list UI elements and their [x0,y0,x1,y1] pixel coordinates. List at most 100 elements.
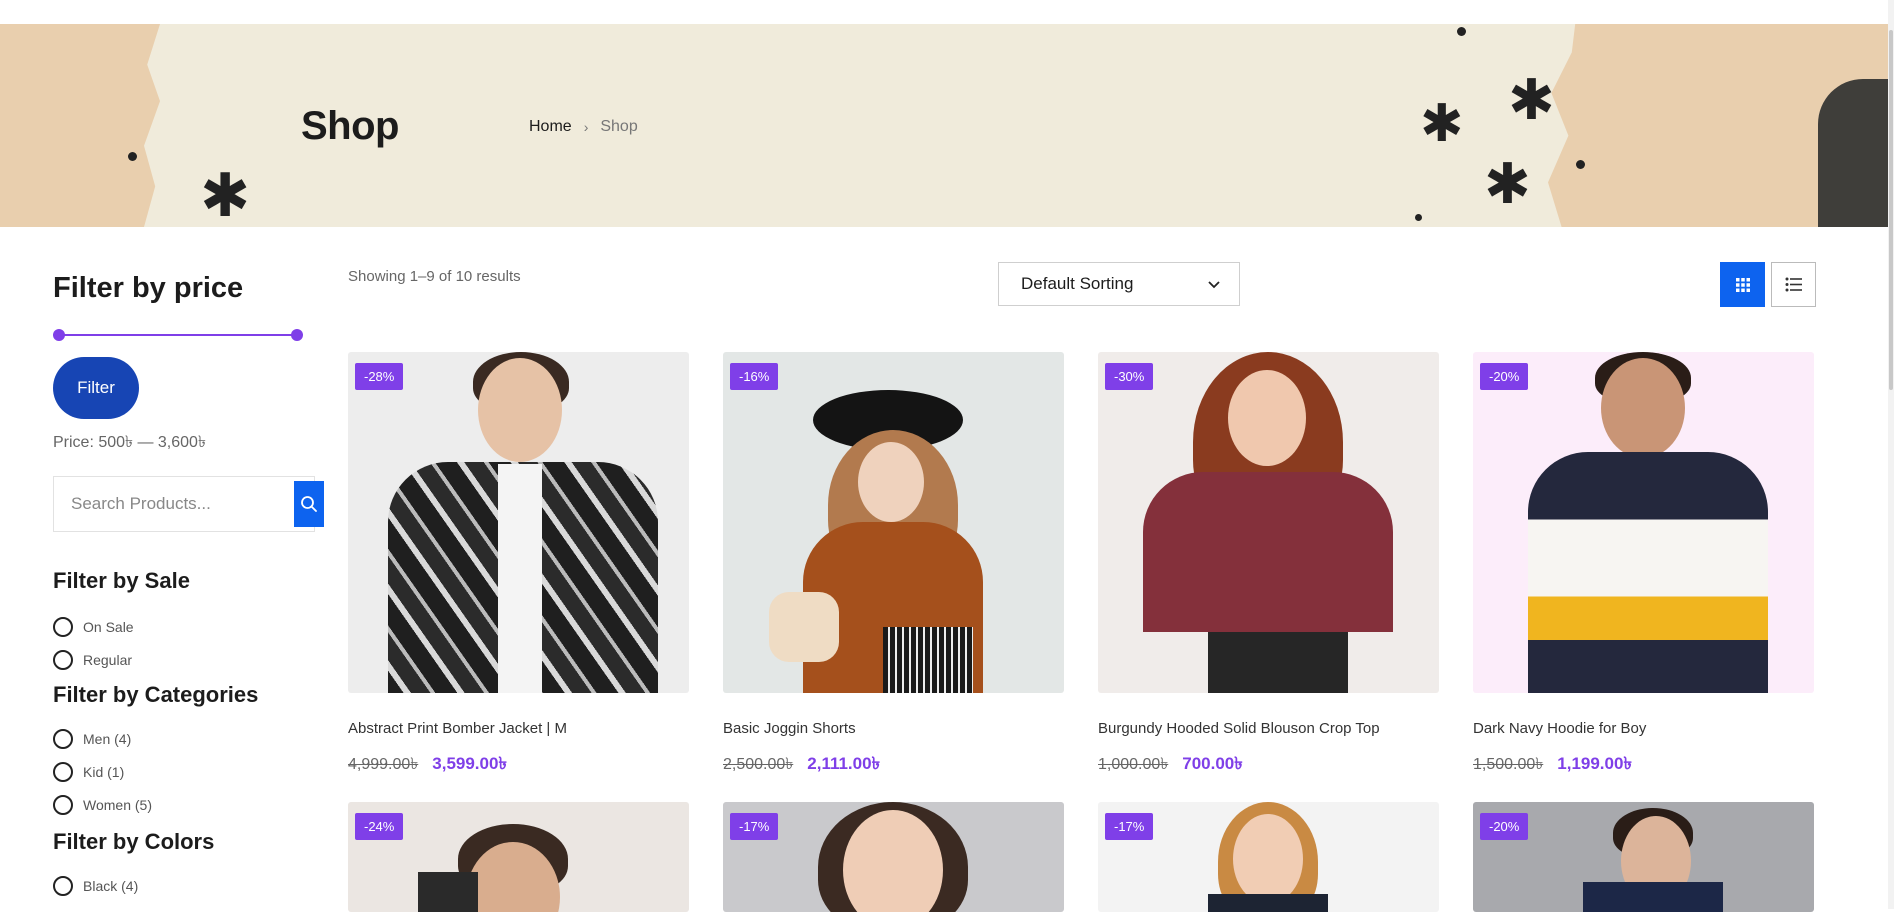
figure-face [1233,814,1303,904]
figure-face [478,358,562,462]
discount-badge: -20% [1480,363,1529,390]
breadcrumb-home-link[interactable]: Home [529,118,572,136]
sale-option-regular[interactable]: Regular [53,643,315,676]
figure-skirt [1208,632,1348,693]
dot-decoration [1576,160,1585,169]
product-card[interactable]: -16% Basic Joggin Shorts 2,500.00৳ 2,111… [723,352,1064,779]
product-image[interactable]: -30% [1098,352,1439,693]
sorting-select[interactable]: Default Sorting [998,262,1240,306]
figure-jacket [1208,894,1328,912]
product-card[interactable]: -20% Dark Navy Hoodie for Boy 1,500.00৳ … [1473,352,1814,779]
figure-hoodie [1528,452,1768,693]
chevron-down-icon [1208,280,1220,288]
product-price: 1,000.00৳ 700.00৳ [1098,751,1439,779]
radio-button[interactable] [53,649,73,670]
search-input[interactable] [54,477,294,531]
sale-price: 700.00৳ [1182,754,1243,773]
filter-by-colors-title: Filter by Colors [53,829,215,854]
figure-face [858,442,924,522]
product-card[interactable]: -30% Burgundy Hooded Solid Blouson Crop … [1098,352,1439,779]
price-range-slider[interactable] [53,327,303,343]
dot-decoration [128,152,137,161]
product-card[interactable]: -20% [1473,802,1814,912]
original-price: 1,000.00৳ [1098,756,1169,773]
option-label: Black (4) [83,877,139,894]
product-card[interactable]: -17% [1098,802,1439,912]
radio-button[interactable] [53,794,73,815]
category-option-women[interactable]: Women (5) [53,788,315,821]
option-label: Women (5) [83,796,152,813]
product-image[interactable]: -28% [348,352,689,693]
filter-button[interactable]: Filter [53,357,139,419]
breadcrumb-current: Shop [600,118,638,135]
product-card[interactable]: -24% [348,802,689,912]
filter-by-categories-section: Filter by Categories Men (4) Kid (1) Wom… [53,682,315,821]
category-option-kid[interactable]: Kid (1) [53,755,315,788]
product-search-box [53,476,324,532]
sorting-selected-value: Default Sorting [1021,274,1134,293]
sale-price: 1,199.00৳ [1557,754,1632,773]
product-card[interactable]: -28% Abstract Print Bomber Jacket | M 4,… [348,352,689,779]
product-price: 2,500.00৳ 2,111.00৳ [723,751,1064,779]
category-option-men[interactable]: Men (4) [53,722,315,755]
product-name[interactable]: Basic Joggin Shorts [723,720,1064,737]
sale-option-on-sale[interactable]: On Sale [53,610,315,643]
figure-face [1601,358,1685,458]
product-image[interactable]: -24% [348,802,689,912]
original-price: 1,500.00৳ [1473,756,1544,773]
option-label: Kid (1) [83,763,125,780]
figure-hoodie [1143,472,1393,632]
figure-bag [769,592,839,662]
list-icon [1785,277,1802,292]
option-label: On Sale [83,618,134,635]
radio-button[interactable] [53,875,73,896]
search-button[interactable] [294,481,324,527]
original-price: 2,500.00৳ [723,756,794,773]
dot-decoration [1415,214,1422,221]
radio-button[interactable] [53,761,73,782]
radio-button[interactable] [53,728,73,749]
page-title: Shop [301,104,399,148]
product-card[interactable]: -17% [723,802,1064,912]
filter-by-colors-section: Filter by Colors Black (4) [53,829,315,902]
search-icon [301,496,317,512]
grid-icon [1735,277,1750,292]
page-scrollbar[interactable] [1888,0,1894,909]
results-count: Showing 1–9 of 10 results [348,268,521,285]
discount-badge: -17% [1105,813,1154,840]
color-option-black[interactable]: Black (4) [53,869,315,902]
hero-figure [1818,79,1888,227]
product-name[interactable]: Burgundy Hooded Solid Blouson Crop Top [1098,720,1439,737]
star-doodle-icon: ✱ [200,162,251,227]
price-slider-max-handle[interactable] [291,329,303,341]
discount-badge: -30% [1105,363,1154,390]
filter-by-categories-title: Filter by Categories [53,682,259,707]
product-image[interactable]: -20% [1473,352,1814,693]
dot-decoration [1457,27,1466,36]
filter-sidebar: Filter by price Filter Price: 500৳ — 3,6… [53,262,324,902]
product-name[interactable]: Abstract Print Bomber Jacket | M [348,720,689,737]
discount-badge: -28% [355,363,404,390]
filter-by-price-title: Filter by price [53,272,244,304]
grid-view-button[interactable] [1720,262,1765,307]
product-price: 1,500.00৳ 1,199.00৳ [1473,751,1814,779]
star-doodle-icon: ✱ [1420,95,1464,153]
breadcrumb: Home › Shop [529,118,638,136]
discount-badge: -20% [1480,813,1529,840]
price-slider-track [55,334,301,336]
option-label: Men (4) [83,730,132,747]
product-name[interactable]: Dark Navy Hoodie for Boy [1473,720,1814,737]
product-image[interactable]: -17% [1098,802,1439,912]
price-slider-min-handle[interactable] [53,329,65,341]
product-image[interactable]: -20% [1473,802,1814,912]
page-hero-banner: ✱ ✱ ✱ ✱ Shop Home › Shop [0,24,1888,227]
scrollbar-thumb[interactable] [1889,30,1893,390]
sale-price: 3,599.00৳ [432,754,507,773]
list-view-button[interactable] [1771,262,1816,307]
product-image[interactable]: -17% [723,802,1064,912]
product-image[interactable]: -16% [723,352,1064,693]
radio-button[interactable] [53,616,73,637]
discount-badge: -24% [355,813,404,840]
figure-jacket [418,872,478,912]
option-label: Regular [83,651,133,668]
